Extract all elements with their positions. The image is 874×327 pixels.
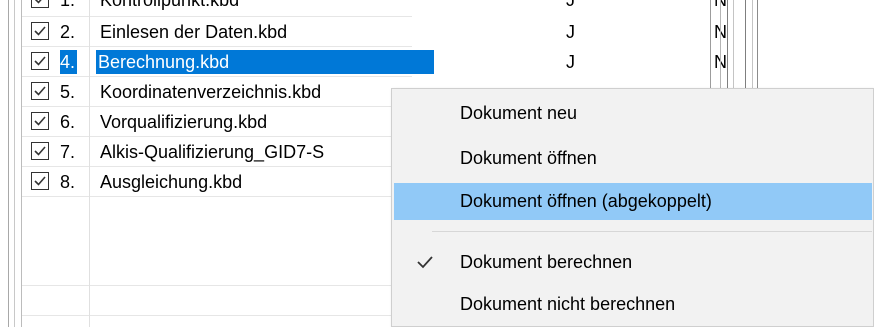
list-item[interactable]: 8. Ausgleichung.kbd <box>22 166 412 197</box>
checkmark-icon <box>34 26 46 36</box>
row-name: Ausgleichung.kbd <box>100 172 243 192</box>
checkmark-icon <box>34 176 46 186</box>
menu-item-dokument-oeffnen[interactable]: Dokument öffnen <box>394 140 872 177</box>
checkbox[interactable] <box>31 112 49 130</box>
row-name: Vorqualifizierung.kbd <box>100 112 268 132</box>
checkmark-icon <box>34 86 46 96</box>
checkbox[interactable] <box>31 82 49 100</box>
row-index: 2. <box>60 22 76 42</box>
checkmark-icon <box>34 146 46 156</box>
row-name: Kontrollpunkt.kbd <box>100 0 240 10</box>
list-item[interactable]: 4.Berechnung.kbdJN <box>22 46 727 77</box>
row-name: Einlesen der Daten.kbd <box>100 22 288 42</box>
checkmark-icon <box>34 56 46 66</box>
row-name: Koordinatenverzeichnis.kbd <box>100 82 322 102</box>
list-item[interactable]: 1. Kontrollpunkt.kbd J N <box>22 0 727 17</box>
checkmark-icon <box>417 256 433 269</box>
menu-item-label: Dokument berechnen <box>460 252 633 272</box>
row-index: 8. <box>60 172 76 192</box>
row-index: 1. <box>60 0 76 10</box>
context-menu: Dokument neu Dokument öffnen Dokument öf… <box>391 88 874 327</box>
document-list: 1. Kontrollpunkt.kbd J N 2. Einlesen der … <box>21 0 727 327</box>
row-name: Alkis-Qualifizierung_GID7-S <box>100 142 325 162</box>
list-item-empty <box>22 255 412 286</box>
list-item[interactable]: 5. Koordinatenverzeichnis.kbd <box>22 76 412 107</box>
window-frame-left-inner <box>14 0 15 327</box>
row-col2: J <box>566 22 575 42</box>
checkmark-icon <box>34 116 46 126</box>
window-frame-left <box>8 0 9 327</box>
menu-item-dokument-berechnen[interactable]: Dokument berechnen <box>394 244 872 281</box>
menu-separator <box>432 231 872 232</box>
row-col2: J <box>566 0 575 10</box>
menu-item-label: Dokument neu <box>460 103 578 123</box>
menu-item-label: Dokument öffnen <box>460 148 597 168</box>
checkbox[interactable] <box>31 22 49 40</box>
menu-item-dokument-oeffnen-abgekoppelt[interactable]: Dokument öffnen (abgekoppelt) <box>394 183 872 220</box>
menu-item-dokument-neu[interactable]: Dokument neu <box>394 95 872 132</box>
checkbox[interactable] <box>31 52 49 70</box>
row-index: 6. <box>60 112 76 132</box>
checkbox[interactable] <box>31 172 49 190</box>
checkmark-icon <box>34 0 42 4</box>
menu-item-label: Dokument öffnen (abgekoppelt) <box>460 191 712 211</box>
list-item-empty <box>22 285 412 316</box>
checkbox[interactable] <box>31 142 49 160</box>
list-item[interactable]: 2.Einlesen der Daten.kbdJN <box>22 16 727 47</box>
row-name: Berechnung.kbd <box>96 50 434 74</box>
row-index: 4. <box>60 50 78 74</box>
list-item[interactable]: 6. Vorqualifizierung.kbd <box>22 106 412 137</box>
row-index: 5. <box>60 82 76 102</box>
list-item[interactable]: 7. Alkis-Qualifizierung_GID7-S <box>22 136 412 167</box>
menu-item-dokument-nicht-berechnen[interactable]: Dokument nicht berechnen <box>394 286 872 323</box>
row-col2: J <box>566 52 575 72</box>
column-divider[interactable] <box>89 0 90 327</box>
menu-item-label: Dokument nicht berechnen <box>460 294 676 314</box>
checkbox[interactable] <box>31 0 49 8</box>
row-index: 7. <box>60 142 76 162</box>
